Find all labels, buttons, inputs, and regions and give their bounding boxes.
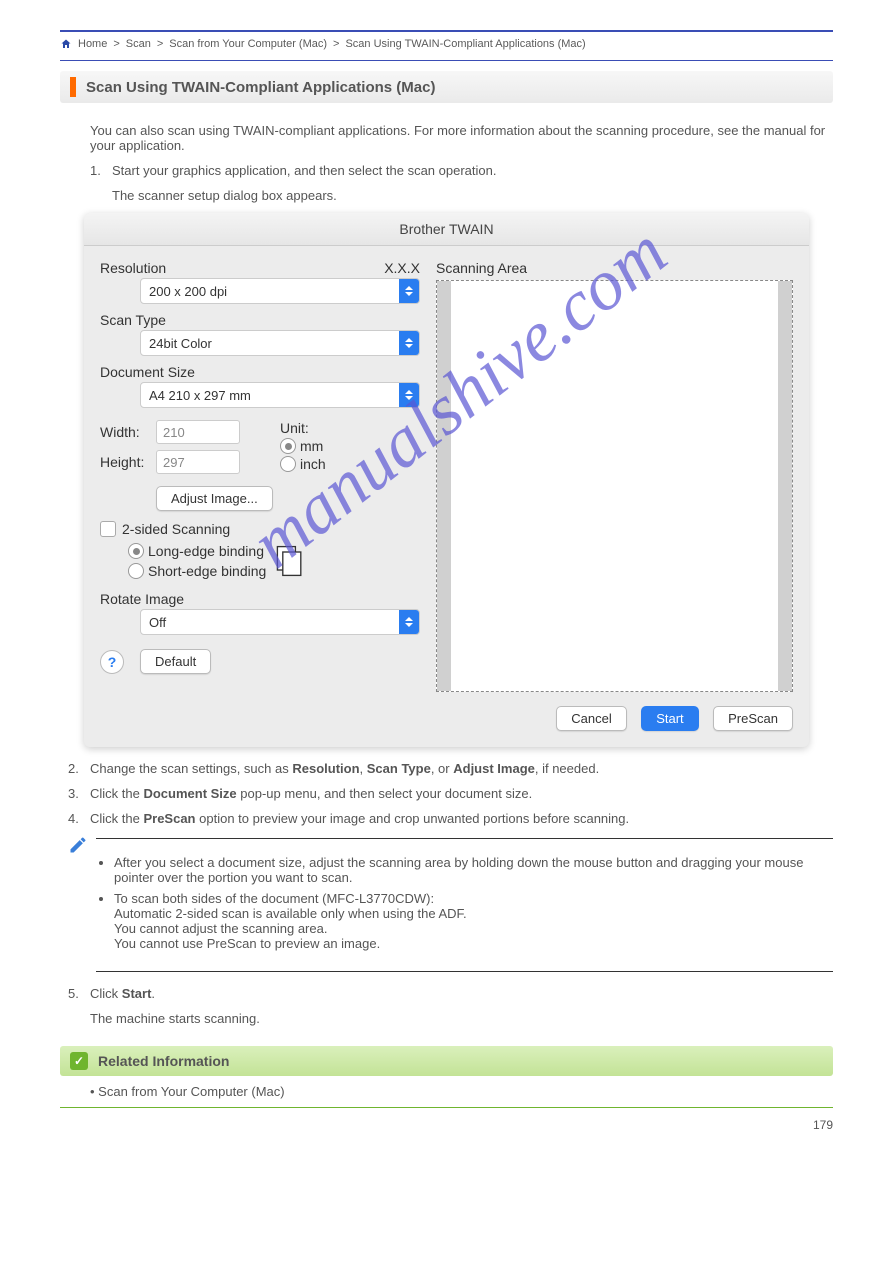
scanarea-label: Scanning Area: [436, 260, 793, 276]
radio-icon: [280, 456, 296, 472]
top-rule: [60, 30, 833, 32]
radio-icon: [128, 563, 144, 579]
chevron-updown-icon: [399, 383, 419, 407]
longedge-radio[interactable]: Long-edge binding: [128, 543, 266, 559]
width-label: Width:: [100, 424, 156, 440]
blue-rule: [60, 60, 833, 61]
twain-dialog: Brother TWAIN Resolution X.X.X 200 x 200…: [84, 213, 809, 747]
prescan-button[interactable]: PreScan: [713, 706, 793, 731]
note-1: After you select a document size, adjust…: [114, 855, 833, 885]
section-header: Scan Using TWAIN-Compliant Applications …: [60, 71, 833, 103]
width-input[interactable]: [156, 420, 240, 444]
note-block: After you select a document size, adjust…: [96, 838, 833, 972]
related-title: Related Information: [98, 1053, 229, 1069]
version-text: X.X.X: [384, 260, 420, 276]
home-icon: [60, 38, 72, 50]
help-button[interactable]: ?: [100, 650, 124, 674]
checkbox-icon: [100, 521, 116, 537]
breadcrumb-scan[interactable]: Scan: [126, 38, 151, 50]
unit-mm-radio[interactable]: mm: [280, 438, 326, 454]
docsize-select[interactable]: A4 210 x 297 mm: [140, 382, 420, 408]
height-label: Height:: [100, 454, 156, 470]
radio-icon: [280, 438, 296, 454]
rotate-select[interactable]: Off: [140, 609, 420, 635]
height-input[interactable]: [156, 450, 240, 474]
check-icon: ✓: [70, 1052, 88, 1070]
pencil-icon: [68, 835, 88, 855]
page-number: 179: [60, 1118, 833, 1132]
adjust-image-button[interactable]: Adjust Image...: [156, 486, 273, 511]
related-link[interactable]: Scan from Your Computer (Mac): [98, 1084, 284, 1099]
default-button[interactable]: Default: [140, 649, 211, 674]
note-2: To scan both sides of the document (MFC-…: [114, 891, 833, 951]
breadcrumb: Home > Scan > Scan from Your Computer (M…: [60, 38, 833, 50]
chevron-updown-icon: [399, 610, 419, 634]
rotate-label: Rotate Image: [100, 591, 420, 607]
twosided-checkbox[interactable]: 2-sided Scanning: [100, 521, 420, 537]
related-bar: ✓ Related Information: [60, 1046, 833, 1076]
step-2: Change the scan settings, such as: [90, 761, 292, 776]
resolution-select[interactable]: 200 x 200 dpi: [140, 278, 420, 304]
chevron-updown-icon: [399, 331, 419, 355]
scan-area-preview[interactable]: [436, 280, 793, 692]
section-title: Scan Using TWAIN-Compliant Applications …: [86, 79, 435, 96]
step-1: Start your graphics application, and the…: [112, 163, 496, 178]
breadcrumb-home[interactable]: Home: [78, 38, 107, 50]
step-5-after: The machine starts scanning.: [90, 1011, 833, 1026]
intro-text: You can also scan using TWAIN-compliant …: [90, 123, 833, 153]
scantype-label: Scan Type: [100, 312, 420, 328]
dialog-title: Brother TWAIN: [84, 213, 809, 246]
binding-icon: [272, 543, 308, 579]
step-1b: The scanner setup dialog box appears.: [112, 188, 833, 203]
scantype-select[interactable]: 24bit Color: [140, 330, 420, 356]
docsize-label: Document Size: [100, 364, 420, 380]
section-marker: [70, 77, 76, 97]
breadcrumb-twain: Scan Using TWAIN-Compliant Applications …: [345, 38, 585, 50]
shortedge-radio[interactable]: Short-edge binding: [128, 563, 266, 579]
unit-label: Unit:: [280, 420, 326, 436]
radio-icon: [128, 543, 144, 559]
green-rule: [60, 1107, 833, 1108]
start-button[interactable]: Start: [641, 706, 698, 731]
unit-inch-radio[interactable]: inch: [280, 456, 326, 472]
cancel-button[interactable]: Cancel: [556, 706, 626, 731]
resolution-label: Resolution: [100, 260, 166, 276]
breadcrumb-scan-mac[interactable]: Scan from Your Computer (Mac): [169, 38, 327, 50]
chevron-updown-icon: [399, 279, 419, 303]
